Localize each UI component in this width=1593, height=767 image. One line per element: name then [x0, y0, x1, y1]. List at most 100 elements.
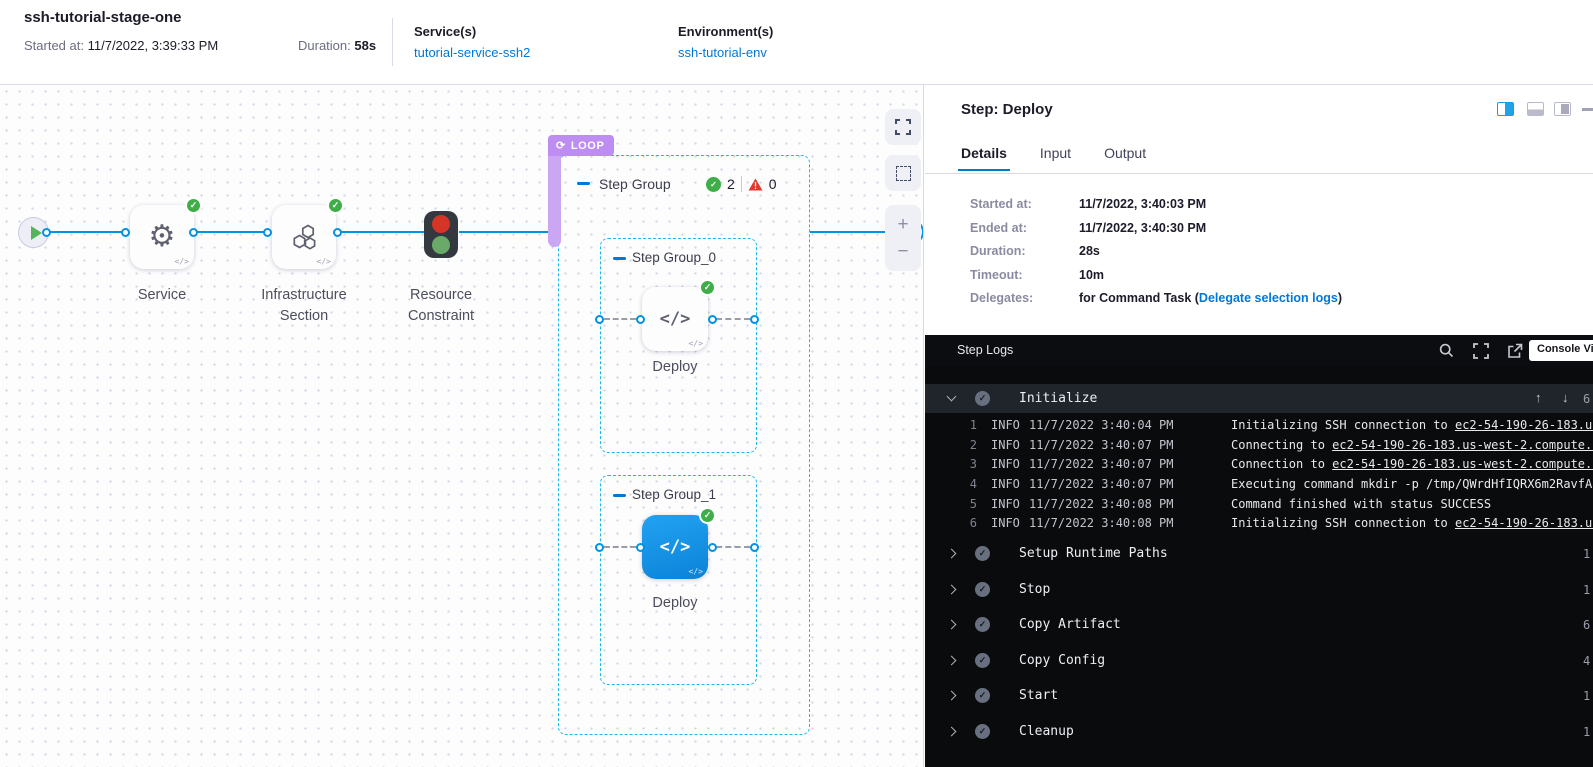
- layout-right-button[interactable]: [1554, 102, 1571, 116]
- edge-connector-dot[interactable]: [750, 315, 759, 324]
- layout-bottom-button[interactable]: [1527, 102, 1544, 116]
- code-mark-icon: </>: [317, 257, 331, 266]
- log-level: INFO: [991, 497, 1020, 511]
- console-view-toggle[interactable]: Console View: [1529, 340, 1593, 361]
- success-check-icon: ✓: [185, 197, 202, 214]
- log-section-count: 1: [1583, 725, 1590, 739]
- edge-connector-dot[interactable]: [636, 543, 645, 552]
- log-host-link[interactable]: ec2-54-190-26-183.us-west-2.compute.a: [1332, 438, 1593, 452]
- edge-connector-dot[interactable]: [263, 228, 272, 237]
- log-message: Connection to ec2-54-190-26-183.us-west-…: [1231, 457, 1593, 471]
- environments-label: Environment(s): [678, 24, 773, 39]
- node-deploy-0[interactable]: </> ✓ </>: [642, 287, 708, 351]
- chevron-right-icon[interactable]: [947, 584, 957, 594]
- canvas-select-button[interactable]: [885, 155, 921, 191]
- log-section-start[interactable]: ✓Start1: [925, 681, 1593, 710]
- service-link[interactable]: tutorial-service-ssh2: [414, 45, 530, 60]
- scroll-down-icon[interactable]: ↓: [1562, 390, 1569, 405]
- detail-row: Timeout:10m: [925, 264, 1593, 288]
- edge-connector-dot[interactable]: [595, 315, 604, 324]
- tab-input[interactable]: Input: [1040, 145, 1071, 171]
- log-line-number: 5: [945, 497, 977, 511]
- log-section-cleanup[interactable]: ✓Cleanup1: [925, 717, 1593, 746]
- log-line-number: 1: [945, 418, 977, 432]
- step-group-status-counts: ✓ 2 0: [706, 176, 777, 192]
- node-deploy-1-selected[interactable]: </> ✓ </>: [642, 515, 708, 579]
- environment-link[interactable]: ssh-tutorial-env: [678, 45, 773, 60]
- log-section-label: Start: [1019, 688, 1058, 703]
- section-success-icon: ✓: [975, 391, 990, 406]
- edge-connector-dot[interactable]: [750, 543, 759, 552]
- log-section-initialize[interactable]: ✓Initialize↑↓6: [925, 384, 1593, 413]
- node-infrastructure[interactable]: ✓ </>: [272, 205, 336, 269]
- step-group-1-box[interactable]: [600, 475, 757, 685]
- canvas-fullscreen-button[interactable]: [885, 109, 921, 145]
- chevron-right-icon[interactable]: [947, 620, 957, 630]
- log-line-number: 6: [945, 516, 977, 530]
- node-service[interactable]: ⚙ ✓ </>: [130, 205, 194, 269]
- chevron-right-icon[interactable]: [947, 726, 957, 736]
- step-tabs: Details Input Output: [961, 145, 1146, 171]
- log-section-count: 4: [1583, 654, 1590, 668]
- log-timestamp: 11/7/2022 3:40:07 PM: [1029, 438, 1174, 452]
- edge-connector-dot[interactable]: [708, 315, 717, 324]
- command-step-icon: </>: [660, 309, 691, 329]
- log-section-copy-artifact[interactable]: ✓Copy Artifact6: [925, 610, 1593, 639]
- edge: [340, 231, 424, 233]
- services-label: Service(s): [414, 24, 530, 39]
- fullscreen-icon[interactable]: [1473, 343, 1489, 359]
- pipeline-canvas[interactable]: ⚙ ✓ </> Service ✓ </> Infrastructure Sec…: [0, 85, 924, 767]
- log-host-link[interactable]: ec2-54-190-26-183.us: [1455, 418, 1593, 432]
- edge-connector-dot[interactable]: [121, 228, 130, 237]
- log-host-link[interactable]: ec2-54-190-26-183.us-west-2.compute.a: [1332, 457, 1593, 471]
- node-label-service: Service: [102, 285, 222, 306]
- edge: [47, 231, 124, 233]
- chevron-down-icon[interactable]: [947, 392, 957, 402]
- success-check-icon: ✓: [699, 507, 716, 524]
- minimize-panel-button[interactable]: [1582, 108, 1593, 111]
- zoom-out-button[interactable]: −: [897, 242, 908, 261]
- log-section-label: Copy Artifact: [1019, 617, 1121, 632]
- edge-connector-dot[interactable]: [595, 543, 604, 552]
- code-mark-icon: </>: [689, 567, 703, 576]
- tab-output[interactable]: Output: [1104, 145, 1146, 171]
- code-mark-icon: </>: [689, 339, 703, 348]
- delegate-selection-logs-link[interactable]: Delegate selection logs: [1199, 291, 1338, 305]
- tab-details[interactable]: Details: [961, 145, 1007, 171]
- log-line: 5INFO11/7/2022 3:40:08 PMCommand finishe…: [925, 497, 1593, 517]
- section-success-icon: ✓: [975, 617, 990, 632]
- search-icon[interactable]: [1439, 343, 1454, 358]
- command-step-icon: </>: [660, 537, 691, 557]
- step-logs-header: Step Logs Console View: [925, 335, 1593, 366]
- chevron-right-icon[interactable]: [947, 691, 957, 701]
- log-timestamp: 11/7/2022 3:40:04 PM: [1029, 418, 1174, 432]
- log-level: INFO: [991, 477, 1020, 491]
- log-timestamp: 11/7/2022 3:40:07 PM: [1029, 457, 1174, 471]
- chevron-right-icon[interactable]: [947, 549, 957, 559]
- log-section-setup-runtime-paths[interactable]: ✓Setup Runtime Paths1: [925, 539, 1593, 568]
- edge-connector-dot[interactable]: [189, 228, 198, 237]
- gear-icon: ⚙: [149, 222, 176, 252]
- pipeline-execution-page: ssh-tutorial-stage-one Started at: 11/7/…: [0, 0, 1593, 767]
- edge-connector-dot[interactable]: [42, 228, 51, 237]
- step-logs-panel: Step Logs Console View: [925, 335, 1593, 767]
- external-link-icon[interactable]: [1507, 343, 1523, 359]
- chevron-right-icon[interactable]: [947, 655, 957, 665]
- edge-connector-dot[interactable]: [636, 315, 645, 324]
- log-host-link[interactable]: ec2-54-190-26-183.us: [1455, 516, 1593, 530]
- detail-label: Duration:: [970, 244, 1026, 258]
- section-success-icon: ✓: [975, 546, 990, 561]
- zoom-in-button[interactable]: +: [897, 215, 908, 234]
- node-resource-constraint[interactable]: [424, 211, 458, 258]
- scroll-up-icon[interactable]: ↑: [1535, 390, 1542, 405]
- edge-connector-dot[interactable]: [708, 543, 717, 552]
- success-check-icon: ✓: [327, 197, 344, 214]
- log-section-count: 1: [1583, 547, 1590, 561]
- log-level: INFO: [991, 516, 1020, 530]
- edge-connector-dot[interactable]: [333, 228, 342, 237]
- log-section-count: 1: [1583, 583, 1590, 597]
- log-section-copy-config[interactable]: ✓Copy Config4: [925, 646, 1593, 675]
- log-section-stop[interactable]: ✓Stop1: [925, 575, 1593, 604]
- log-level: INFO: [991, 457, 1020, 471]
- layout-split-right-button[interactable]: [1497, 102, 1514, 116]
